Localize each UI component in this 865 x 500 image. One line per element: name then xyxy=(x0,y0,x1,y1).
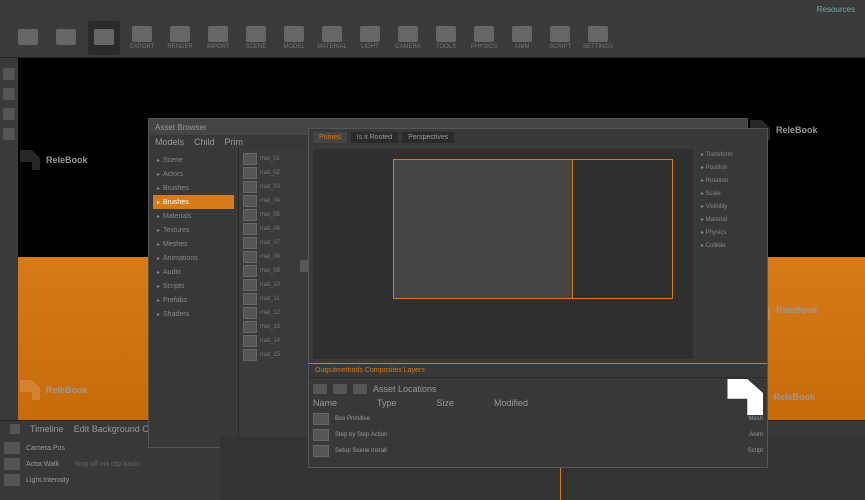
property-row[interactable]: ▸ Transform xyxy=(701,149,763,159)
tab[interactable]: Is it Rooted xyxy=(351,132,398,143)
tab-Child[interactable]: Child xyxy=(194,137,215,147)
tab-Models[interactable]: Models xyxy=(155,137,184,147)
track-row[interactable]: Light.Intensity xyxy=(4,473,216,487)
tab-Prim[interactable]: Prim xyxy=(225,137,244,147)
tree-item[interactable]: Textures xyxy=(153,223,234,237)
thumbnail[interactable]: mat_08 xyxy=(243,251,295,263)
footer-tab[interactable]: Edit xyxy=(74,424,92,434)
tree-item[interactable]: Prefabs xyxy=(153,293,234,307)
property-row[interactable]: ▸ Physics xyxy=(701,227,763,237)
tree-item[interactable]: Brushes xyxy=(153,195,234,209)
asset-rows: Box PrimitiveMesh Step by Step ActionAnim… xyxy=(313,412,763,458)
timeline-title: Timeline xyxy=(30,424,64,434)
thumbnail[interactable]: mat_14 xyxy=(243,335,295,347)
main-toolbar: EXPORTRENDERIMPORTSCENEMODELMATERIALLIGH… xyxy=(0,18,865,58)
column-headers: Name Type Size Modified xyxy=(313,398,763,408)
thumbnail[interactable]: mat_04 xyxy=(243,195,295,207)
tree-item[interactable]: Audio xyxy=(153,265,234,279)
3d-viewport[interactable]: Asset Browser ModelsChildPrim SceneActor… xyxy=(18,58,865,420)
tool-t9[interactable]: TOOLS xyxy=(430,21,462,55)
tree-item[interactable]: Scripts xyxy=(153,279,234,293)
tool-open[interactable] xyxy=(50,21,82,55)
thumbnail[interactable]: mat_03 xyxy=(243,181,295,193)
tool-t11[interactable]: ANIM xyxy=(506,21,538,55)
property-row[interactable]: ▸ Position xyxy=(701,162,763,172)
thumbnail[interactable]: mat_09 xyxy=(243,265,295,277)
tool-t4[interactable]: SCENE xyxy=(240,21,272,55)
tool-t1[interactable]: EXPORT xyxy=(126,21,158,55)
thumbnail[interactable]: mat_12 xyxy=(243,307,295,319)
thumbnail[interactable]: mat_07 xyxy=(243,237,295,249)
thumbnail[interactable]: mat_01 xyxy=(243,153,295,165)
tree-item[interactable]: Animations xyxy=(153,251,234,265)
tab[interactable]: Primes xyxy=(313,132,347,143)
thumbnail[interactable]: mat_06 xyxy=(243,223,295,235)
column-header[interactable]: Type xyxy=(377,398,397,408)
left-sidebar xyxy=(0,58,18,420)
tool-t7[interactable]: LIGHT xyxy=(354,21,386,55)
tool-save[interactable] xyxy=(88,21,120,55)
tool-t5[interactable]: MODEL xyxy=(278,21,310,55)
side-tool-2[interactable] xyxy=(3,88,15,100)
tree-item[interactable]: Meshes xyxy=(153,237,234,251)
list-item[interactable]: Setup Scene InstallScript xyxy=(313,444,763,458)
thumbnail[interactable]: mat_13 xyxy=(243,321,295,333)
list-item[interactable]: Step by Step ActionAnim xyxy=(313,428,763,442)
footer-tab[interactable]: Background xyxy=(92,424,143,434)
tool-home[interactable] xyxy=(12,21,44,55)
thumbnail[interactable]: mat_10 xyxy=(243,279,295,291)
properties-list: ▸ Transform ▸ Position ▸ Rotation ▸ Scale ▸ … xyxy=(697,145,767,363)
tool-t3[interactable]: IMPORT xyxy=(202,21,234,55)
thumbnail[interactable]: mat_11 xyxy=(243,293,295,305)
thumbnail[interactable]: mat_02 xyxy=(243,167,295,179)
tree-item[interactable]: Shaders xyxy=(153,307,234,321)
thumbnail[interactable]: mat_05 xyxy=(243,209,295,221)
tree-item[interactable]: Actors xyxy=(153,167,234,181)
selection-frame-inner xyxy=(393,159,573,299)
play-icon[interactable] xyxy=(313,384,327,394)
tool-t10[interactable]: PHYSICS xyxy=(468,21,500,55)
tool-t13[interactable]: SETTINGS xyxy=(582,21,614,55)
column-header[interactable]: Modified xyxy=(494,398,528,408)
property-row[interactable]: ▸ Scale xyxy=(701,188,763,198)
section-title: Asset Locations xyxy=(373,384,437,394)
thumbnail[interactable]: mat_15 xyxy=(243,349,295,361)
preview-viewport[interactable] xyxy=(313,149,693,359)
property-row[interactable]: ▸ Material xyxy=(701,214,763,224)
side-tool-4[interactable] xyxy=(3,128,15,140)
status-bar: Outputmethods Composites Layers xyxy=(309,363,767,377)
resources-link[interactable]: Resources xyxy=(817,5,855,14)
tree-item[interactable]: Brushes xyxy=(153,181,234,195)
toggle-icon[interactable] xyxy=(10,424,20,434)
column-header[interactable]: Size xyxy=(437,398,455,408)
tool-t2[interactable]: RENDER xyxy=(164,21,196,55)
tree-view: SceneActorsBrushesBrushesMaterialsTextur… xyxy=(149,149,239,447)
side-tool-3[interactable] xyxy=(3,108,15,120)
property-row[interactable]: ▸ Collider xyxy=(701,240,763,250)
next-icon[interactable] xyxy=(353,384,367,394)
inspector-tabs: Primes Is it Rooted Perspectives xyxy=(309,129,767,145)
track-row[interactable]: Actor.Walkloop off init clip basic xyxy=(4,457,216,471)
watermark-large: ReleBook xyxy=(727,379,815,415)
tool-t12[interactable]: SCRIPT xyxy=(544,21,576,55)
stop-icon[interactable] xyxy=(333,384,347,394)
asset-section: Asset Locations Name Type Size Modified Box… xyxy=(309,377,767,467)
tree-item[interactable]: Scene xyxy=(153,153,234,167)
inspector-panel: Primes Is it Rooted Perspectives ▸ Transfo… xyxy=(308,128,768,468)
tree-item[interactable]: Materials xyxy=(153,209,234,223)
tab[interactable]: Perspectives xyxy=(402,132,454,143)
property-row[interactable]: ▸ Visibility xyxy=(701,201,763,211)
tool-t8[interactable]: CAMERA xyxy=(392,21,424,55)
column-header[interactable]: Name xyxy=(313,398,337,408)
property-row[interactable]: ▸ Rotation xyxy=(701,175,763,185)
titlebar: Resources xyxy=(0,0,865,18)
thumbnail-grid: mat_01 mat_02 mat_03 mat_04 mat_05 mat_06 mat_… xyxy=(239,149,299,447)
list-item[interactable]: Box PrimitiveMesh xyxy=(313,412,763,426)
side-tool-1[interactable] xyxy=(3,68,15,80)
tool-t6[interactable]: MATERIAL xyxy=(316,21,348,55)
